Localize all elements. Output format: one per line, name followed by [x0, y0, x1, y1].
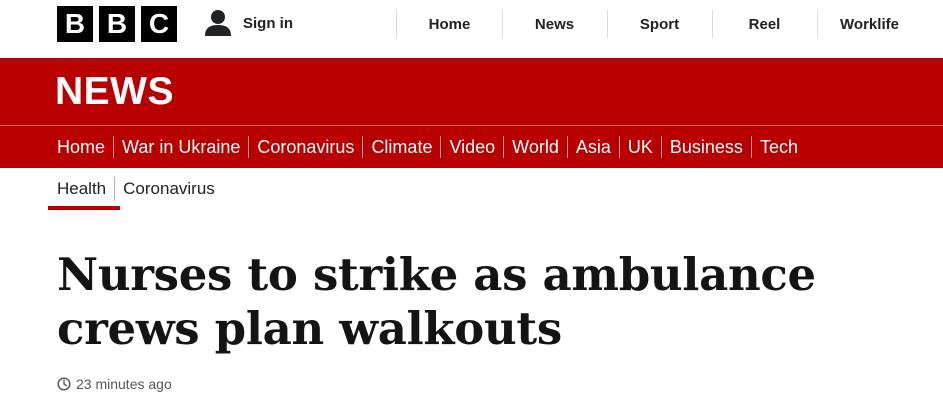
- divider: [113, 136, 115, 158]
- section-nav-climate[interactable]: Climate: [371, 137, 432, 158]
- sub-nav-health[interactable]: Health: [57, 179, 106, 199]
- top-nav-news[interactable]: News: [502, 0, 607, 48]
- top-nav-sport[interactable]: Sport: [607, 0, 712, 48]
- divider: [114, 177, 116, 201]
- bbc-logo[interactable]: B B C: [57, 6, 177, 42]
- top-nav-reel[interactable]: Reel: [712, 0, 817, 48]
- section-nav-tech[interactable]: Tech: [760, 137, 798, 158]
- top-nav-worklife[interactable]: Worklife: [817, 0, 922, 48]
- user-icon: [205, 10, 231, 36]
- section-nav-coronavirus[interactable]: Coronavirus: [257, 137, 354, 158]
- active-tab-indicator: [48, 206, 120, 210]
- divider: [750, 136, 752, 158]
- article-headline: Nurses to strike as ambulance crews plan…: [57, 248, 816, 355]
- logo-block: B: [99, 6, 135, 42]
- sub-nav: Health Coronavirus: [57, 168, 215, 210]
- section-nav-business[interactable]: Business: [670, 137, 743, 158]
- signin-label: Sign in: [243, 14, 293, 32]
- divider: [566, 136, 568, 158]
- news-banner: NEWS: [0, 58, 943, 125]
- section-nav-world[interactable]: World: [512, 137, 559, 158]
- section-nav-uk[interactable]: UK: [628, 137, 653, 158]
- news-title[interactable]: NEWS: [55, 71, 174, 113]
- section-nav-war-in-ukraine[interactable]: War in Ukraine: [122, 137, 240, 158]
- divider: [618, 136, 620, 158]
- divider: [660, 136, 662, 158]
- masthead: B B C Sign in Home News Sport Reel Workl…: [0, 0, 943, 58]
- section-nav-asia[interactable]: Asia: [576, 137, 611, 158]
- divider: [248, 136, 250, 158]
- section-nav-video[interactable]: Video: [449, 137, 495, 158]
- divider: [440, 136, 442, 158]
- sub-nav-coronavirus[interactable]: Coronavirus: [123, 179, 215, 199]
- top-nav-home[interactable]: Home: [397, 0, 502, 48]
- signin-button[interactable]: Sign in: [203, 9, 293, 37]
- article-timestamp: 23 minutes ago: [76, 376, 172, 392]
- article-meta: 23 minutes ago: [57, 376, 172, 392]
- clock-icon: [57, 377, 71, 391]
- divider: [362, 136, 364, 158]
- logo-block: B: [57, 6, 93, 42]
- divider: [503, 136, 505, 158]
- section-nav: Home War in Ukraine Coronavirus Climate …: [0, 126, 943, 168]
- section-nav-home[interactable]: Home: [57, 137, 105, 158]
- logo-block: C: [141, 6, 177, 42]
- top-nav: Home News Sport Reel Worklife: [397, 0, 922, 48]
